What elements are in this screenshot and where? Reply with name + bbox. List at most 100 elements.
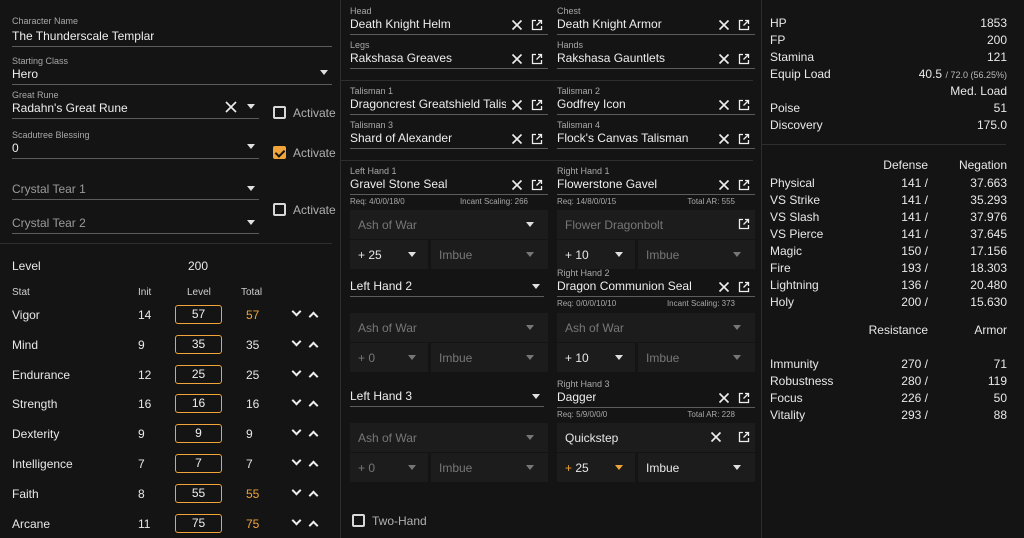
open-external-icon[interactable]	[738, 179, 750, 191]
scadutree-select[interactable]: Scadutree Blessing 0	[12, 130, 259, 159]
open-external-icon[interactable]	[531, 53, 543, 65]
left-hand-2-upgrade-select[interactable]: + 0	[350, 343, 428, 372]
decrease-chevron-icon[interactable]	[291, 455, 302, 466]
increase-chevron-icon[interactable]	[308, 430, 319, 441]
right-hand-3-ash-of-war-select[interactable]: Quickstep	[557, 423, 755, 452]
clear-icon[interactable]	[718, 19, 730, 31]
increase-chevron-icon[interactable]	[308, 520, 319, 531]
chevron-down-icon[interactable]	[733, 355, 741, 360]
stat-level-input[interactable]: 25	[175, 365, 222, 384]
right-hand-3-upgrade-select[interactable]: + 25	[557, 453, 635, 482]
open-external-icon[interactable]	[738, 19, 750, 31]
clear-icon[interactable]	[511, 179, 523, 191]
open-external-icon[interactable]	[531, 99, 543, 111]
open-external-icon[interactable]	[738, 99, 750, 111]
open-external-icon[interactable]	[738, 133, 750, 145]
two-hand-checkbox[interactable]	[352, 514, 365, 527]
stat-level-input[interactable]: 35	[175, 335, 222, 354]
clear-icon[interactable]	[718, 392, 730, 404]
left-hand-2-ash-of-war-select[interactable]: Ash of War	[350, 313, 548, 342]
chevron-down-icon[interactable]	[526, 222, 534, 227]
decrease-chevron-icon[interactable]	[291, 336, 302, 347]
chevron-down-icon[interactable]	[320, 70, 328, 75]
scadutree-activate-checkbox[interactable]	[273, 146, 286, 159]
right-hand-3-affinity-select[interactable]: Imbue	[638, 453, 755, 482]
stat-level-input[interactable]: 57	[175, 305, 222, 324]
crystal-tears-activate-checkbox[interactable]	[273, 203, 286, 216]
chevron-down-icon[interactable]	[247, 144, 255, 149]
chevron-down-icon[interactable]	[526, 465, 534, 470]
decrease-chevron-icon[interactable]	[291, 515, 302, 526]
right-hand-1-affinity-select[interactable]: Imbue	[638, 240, 755, 269]
chevron-down-icon[interactable]	[408, 355, 416, 360]
chevron-down-icon[interactable]	[408, 252, 416, 257]
clear-icon[interactable]	[511, 133, 523, 145]
increase-chevron-icon[interactable]	[308, 371, 319, 382]
open-external-icon[interactable]	[738, 53, 750, 65]
chevron-down-icon[interactable]	[532, 284, 540, 289]
left-hand-3-affinity-select[interactable]: Imbue	[431, 453, 548, 482]
great-rune-select[interactable]: Great Rune Radahn's Great Rune	[12, 90, 259, 119]
open-external-icon[interactable]	[531, 179, 543, 191]
stat-level-input[interactable]: 9	[175, 424, 222, 443]
chevron-down-icon[interactable]	[733, 325, 741, 330]
right-hand-1-ash-of-war-select[interactable]: Flower Dragonbolt	[557, 210, 755, 239]
open-external-icon[interactable]	[738, 218, 750, 230]
right-hand-2-affinity-select[interactable]: Imbue	[638, 343, 755, 372]
clear-icon[interactable]	[718, 133, 730, 145]
chevron-down-icon[interactable]	[247, 186, 255, 191]
stat-level-input[interactable]: 55	[175, 484, 222, 503]
chevron-down-icon[interactable]	[733, 252, 741, 257]
increase-chevron-icon[interactable]	[308, 341, 319, 352]
chevron-down-icon[interactable]	[526, 355, 534, 360]
open-external-icon[interactable]	[738, 281, 750, 293]
open-external-icon[interactable]	[531, 19, 543, 31]
chevron-down-icon[interactable]	[532, 394, 540, 399]
clear-icon[interactable]	[718, 53, 730, 65]
decrease-chevron-icon[interactable]	[291, 366, 302, 377]
great-rune-activate-checkbox[interactable]	[273, 106, 286, 119]
clear-icon[interactable]	[718, 99, 730, 111]
open-external-icon[interactable]	[531, 133, 543, 145]
clear-icon[interactable]	[511, 19, 523, 31]
clear-icon[interactable]	[710, 431, 722, 443]
character-name-field[interactable]: Character Name The Thunderscale Templar	[12, 16, 332, 47]
right-hand-2-upgrade-select[interactable]: + 10	[557, 343, 635, 372]
stat-level-input[interactable]: 7	[175, 454, 222, 473]
chevron-down-icon[interactable]	[615, 465, 623, 470]
open-external-icon[interactable]	[738, 431, 750, 443]
increase-chevron-icon[interactable]	[308, 490, 319, 501]
stat-level-input[interactable]: 75	[175, 514, 222, 533]
chevron-down-icon[interactable]	[733, 465, 741, 470]
stat-level-input[interactable]: 16	[175, 394, 222, 413]
increase-chevron-icon[interactable]	[308, 311, 319, 322]
left-hand-1-upgrade-select[interactable]: + 25	[350, 240, 428, 269]
left-hand-2-select[interactable]: Left Hand 2	[350, 279, 544, 297]
character-name-value[interactable]: The Thunderscale Templar	[12, 29, 154, 43]
chevron-down-icon[interactable]	[526, 435, 534, 440]
left-hand-3-select[interactable]: Left Hand 3	[350, 389, 544, 407]
left-hand-3-upgrade-select[interactable]: + 0	[350, 453, 428, 482]
clear-icon[interactable]	[511, 99, 523, 111]
chevron-down-icon[interactable]	[615, 355, 623, 360]
left-hand-1-affinity-select[interactable]: Imbue	[431, 240, 548, 269]
chevron-down-icon[interactable]	[247, 220, 255, 225]
left-hand-2-affinity-select[interactable]: Imbue	[431, 343, 548, 372]
chevron-down-icon[interactable]	[408, 465, 416, 470]
chevron-down-icon[interactable]	[526, 325, 534, 330]
decrease-chevron-icon[interactable]	[291, 425, 302, 436]
crystal-tear-2-select[interactable]: Crystal Tear 2	[12, 212, 259, 234]
left-hand-1-ash-of-war-select[interactable]: Ash of War	[350, 210, 548, 239]
chevron-down-icon[interactable]	[247, 104, 255, 109]
left-hand-3-ash-of-war-select[interactable]: Ash of War	[350, 423, 548, 452]
starting-class-select[interactable]: Starting Class Hero	[12, 56, 332, 85]
decrease-chevron-icon[interactable]	[291, 485, 302, 496]
open-external-icon[interactable]	[738, 392, 750, 404]
right-hand-2-ash-of-war-select[interactable]: Ash of War	[557, 313, 755, 342]
chevron-down-icon[interactable]	[526, 252, 534, 257]
right-hand-1-upgrade-select[interactable]: + 10	[557, 240, 635, 269]
decrease-chevron-icon[interactable]	[291, 306, 302, 317]
clear-icon[interactable]	[225, 101, 237, 113]
clear-icon[interactable]	[511, 53, 523, 65]
clear-icon[interactable]	[718, 179, 730, 191]
